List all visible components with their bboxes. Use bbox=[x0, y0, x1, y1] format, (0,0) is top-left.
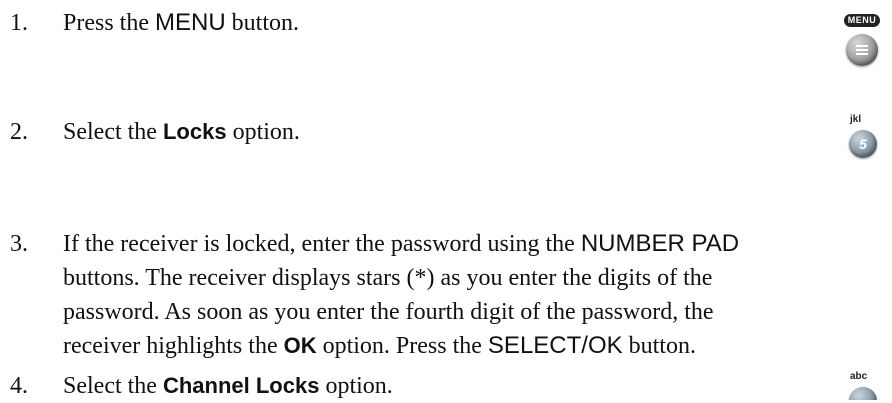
menu-remote-button: MENU bbox=[842, 14, 882, 108]
step-number: 2. bbox=[10, 119, 28, 145]
number-5-remote-button: jkl 5 bbox=[847, 114, 877, 170]
menu-lines-icon bbox=[846, 34, 878, 66]
two-key-icon bbox=[849, 387, 877, 400]
channel-locks-option-name: Channel Locks bbox=[162, 373, 320, 398]
step-text: If the receiver is locked, enter the pas… bbox=[63, 230, 740, 359]
menu-button-label: MENU bbox=[844, 14, 880, 27]
step-text: Select the Locks option. bbox=[63, 119, 300, 145]
menu-button-name: MENU bbox=[155, 9, 226, 36]
ok-option-name: OK bbox=[283, 333, 317, 358]
step-text: Select the Channel Locks option. bbox=[63, 373, 393, 399]
step-text: Press the MENU button. bbox=[63, 9, 300, 36]
number-2-remote-button: abc bbox=[847, 371, 877, 400]
five-key-icon: 5 bbox=[849, 130, 877, 158]
abc-label: abc bbox=[850, 371, 868, 382]
step-number: 4. bbox=[10, 373, 28, 399]
select-ok-button-name: SELECT/OK bbox=[487, 332, 623, 359]
jkl-label: jkl bbox=[850, 114, 862, 125]
locks-option-name: Locks bbox=[162, 119, 227, 144]
step-number: 1. bbox=[10, 10, 28, 36]
number-pad-name: NUMBER PAD bbox=[580, 230, 740, 257]
step-number: 3. bbox=[10, 231, 28, 257]
